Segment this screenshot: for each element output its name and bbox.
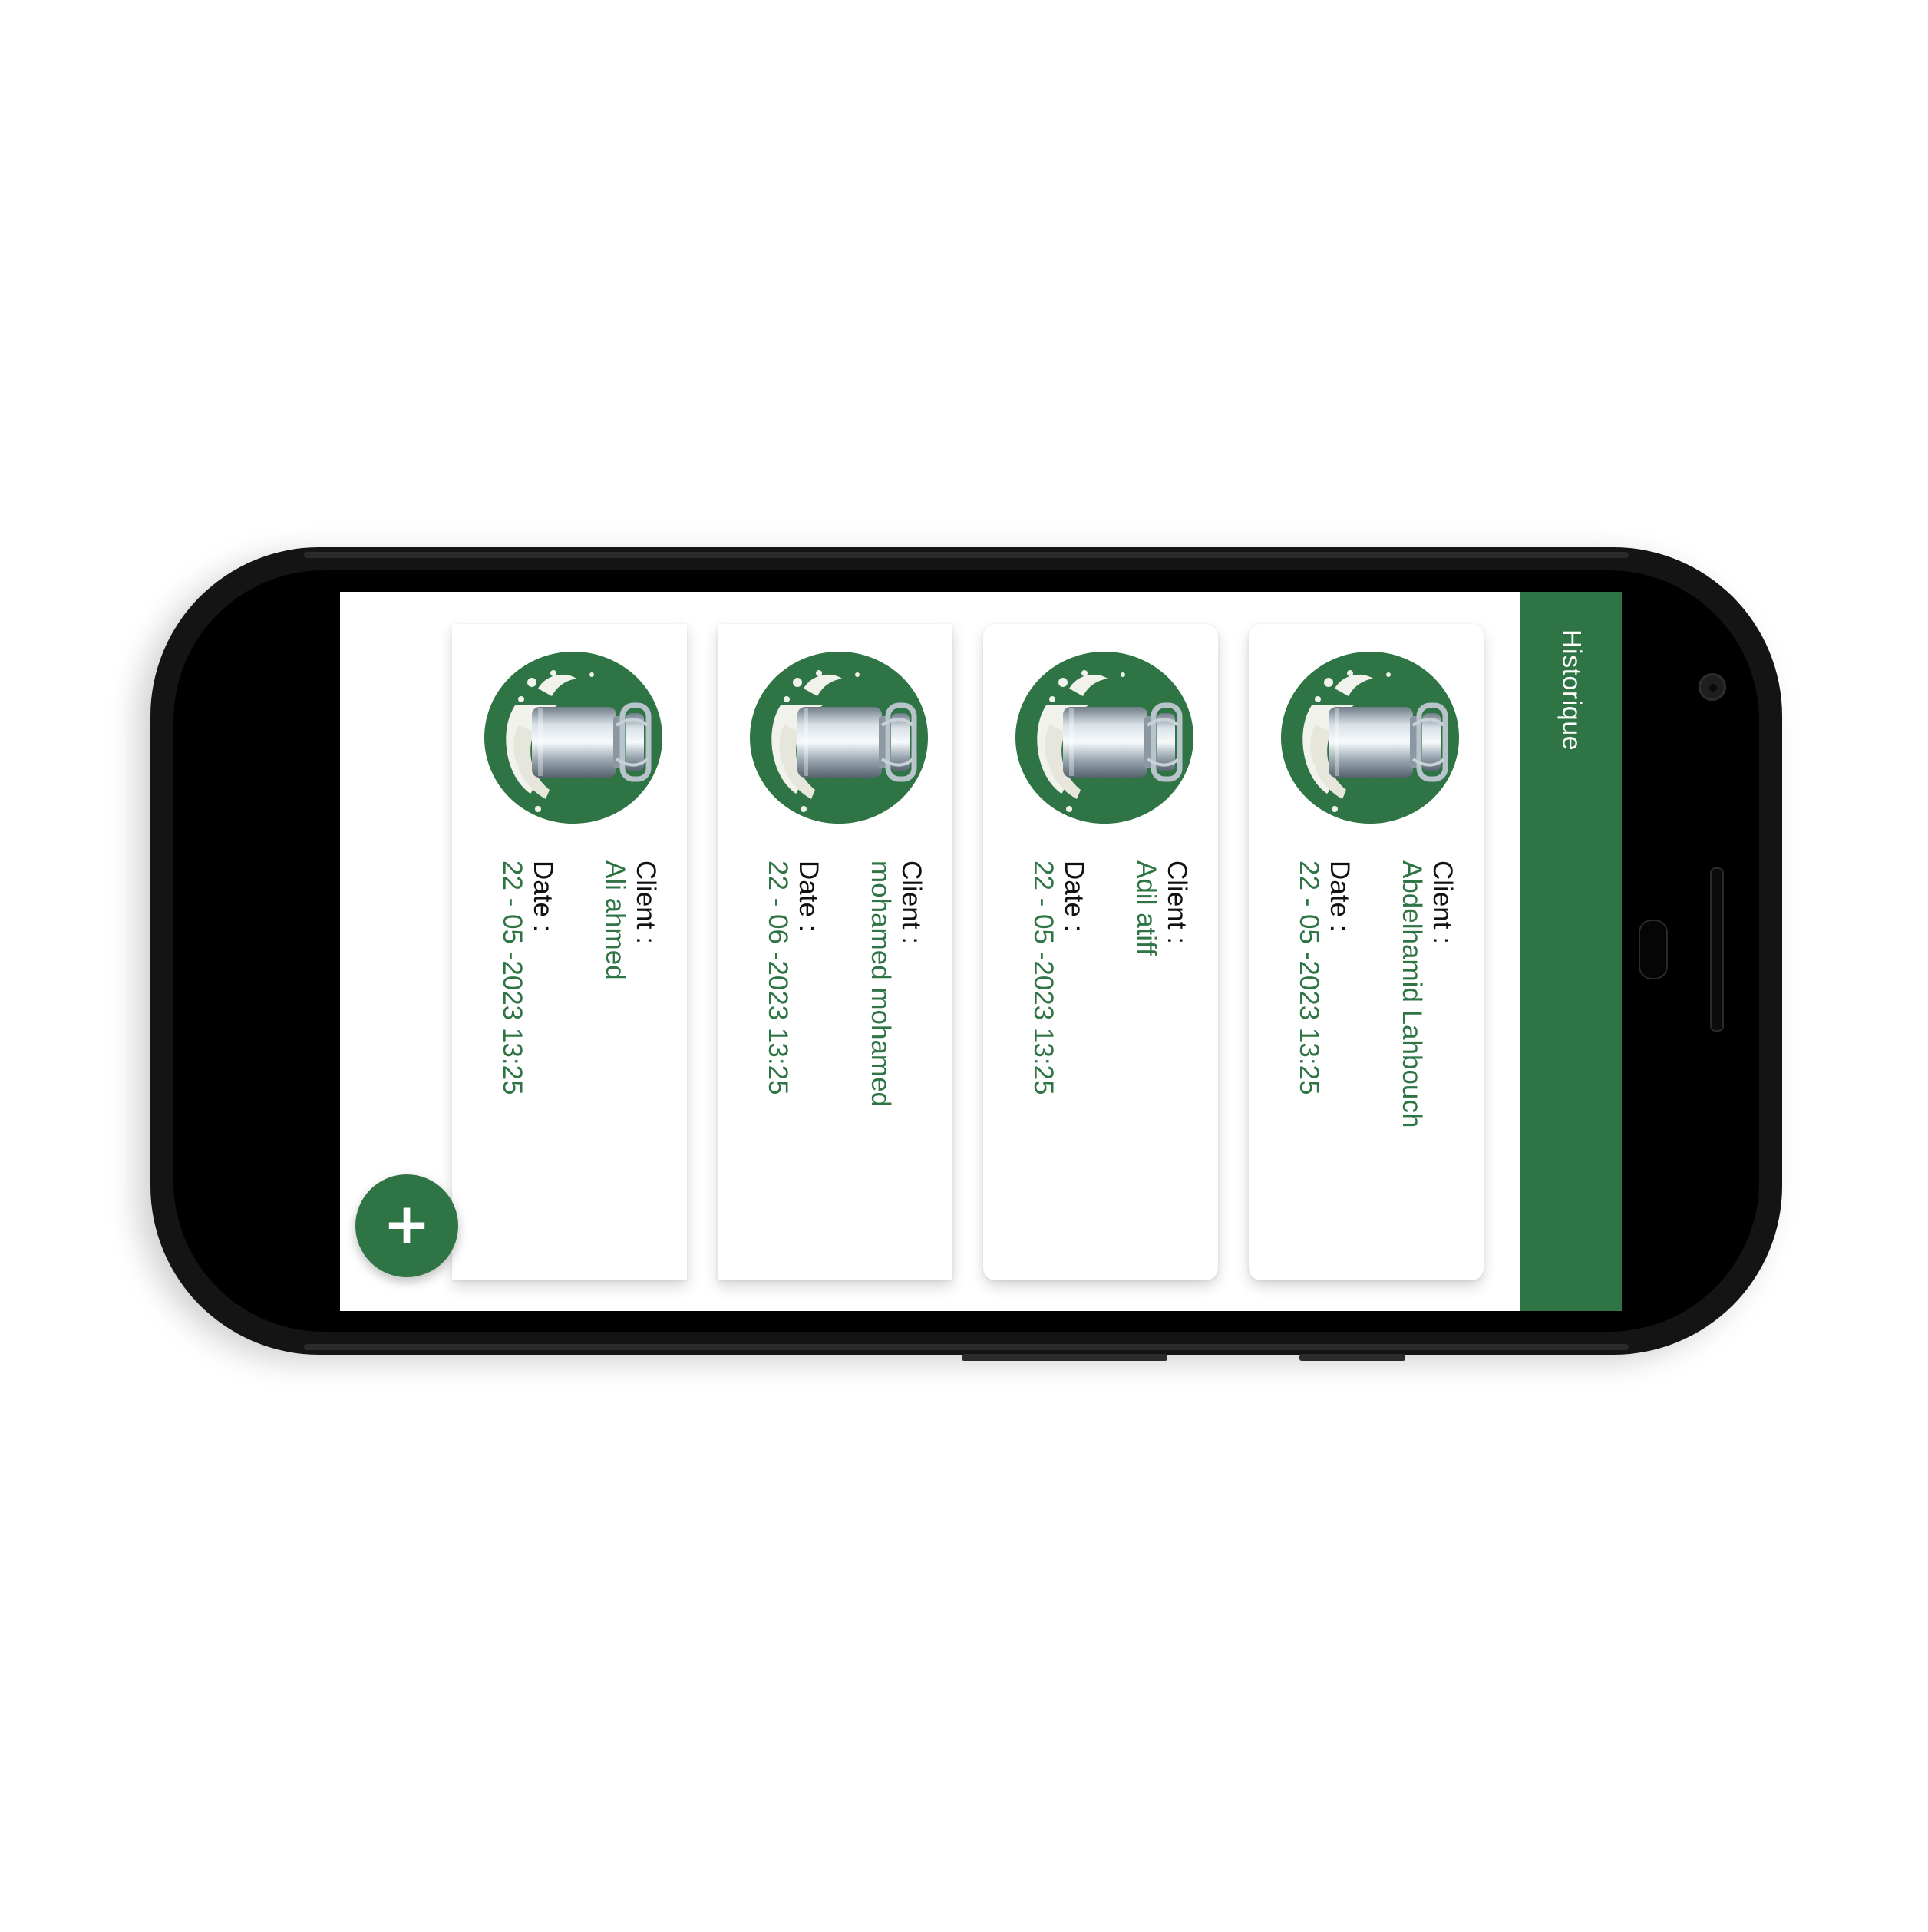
add-button[interactable]: +: [355, 1174, 458, 1277]
screen: Historique Client : Abdelhamid Lahbouch …: [340, 592, 1622, 1311]
history-card[interactable]: Client : Ali ahmed Date : 22 - 05 -2023 …: [452, 624, 687, 1280]
app-bar-title: Historique: [1557, 629, 1586, 751]
milk-can-icon: [750, 652, 928, 824]
power-button: [1299, 1354, 1405, 1361]
client-label: Client :: [1428, 860, 1458, 944]
date-value: 22 - 05 -2023 13:25: [1294, 860, 1324, 1095]
volume-button: [962, 1354, 1167, 1361]
sensor: [1639, 920, 1668, 979]
milk-can-icon: [1281, 652, 1459, 824]
stage: Historique Client : Abdelhamid Lahbouch …: [0, 0, 1928, 1932]
app-bar: Historique: [1520, 592, 1622, 1311]
history-card[interactable]: Client : Abdelhamid Lahbouch Date : 22 -…: [1249, 624, 1484, 1280]
phone-bottom-band: [304, 1344, 1629, 1350]
milk-can-icon: [1015, 652, 1193, 824]
date-label: Date :: [1325, 860, 1355, 933]
date-label: Date :: [1059, 860, 1089, 933]
client-name: Adil atiff: [1131, 860, 1161, 956]
client-label: Client :: [631, 860, 661, 944]
client-label: Client :: [1162, 860, 1192, 944]
milk-can-icon: [484, 652, 662, 824]
date-label: Date :: [528, 860, 558, 933]
client-label: Client :: [896, 860, 926, 944]
date-value: 22 - 05 -2023 13:25: [497, 860, 527, 1095]
client-name: Ali ahmed: [600, 860, 630, 980]
client-name: mohamed mohamed: [866, 860, 896, 1107]
plus-icon: +: [382, 1191, 431, 1257]
front-camera-icon: [1699, 673, 1726, 701]
history-card[interactable]: Client : mohamed mohamed Date : 22 - 06 …: [718, 624, 952, 1280]
date-value: 22 - 06 -2023 13:25: [763, 860, 793, 1095]
client-name: Abdelhamid Lahbouch: [1397, 860, 1427, 1128]
date-label: Date :: [794, 860, 824, 933]
date-value: 22 - 05 -2023 13:25: [1028, 860, 1058, 1095]
history-card[interactable]: Client : Adil atiff Date : 22 - 05 -2023…: [983, 624, 1218, 1280]
speaker-grille: [1710, 867, 1724, 1032]
phone-top-band: [304, 552, 1629, 558]
